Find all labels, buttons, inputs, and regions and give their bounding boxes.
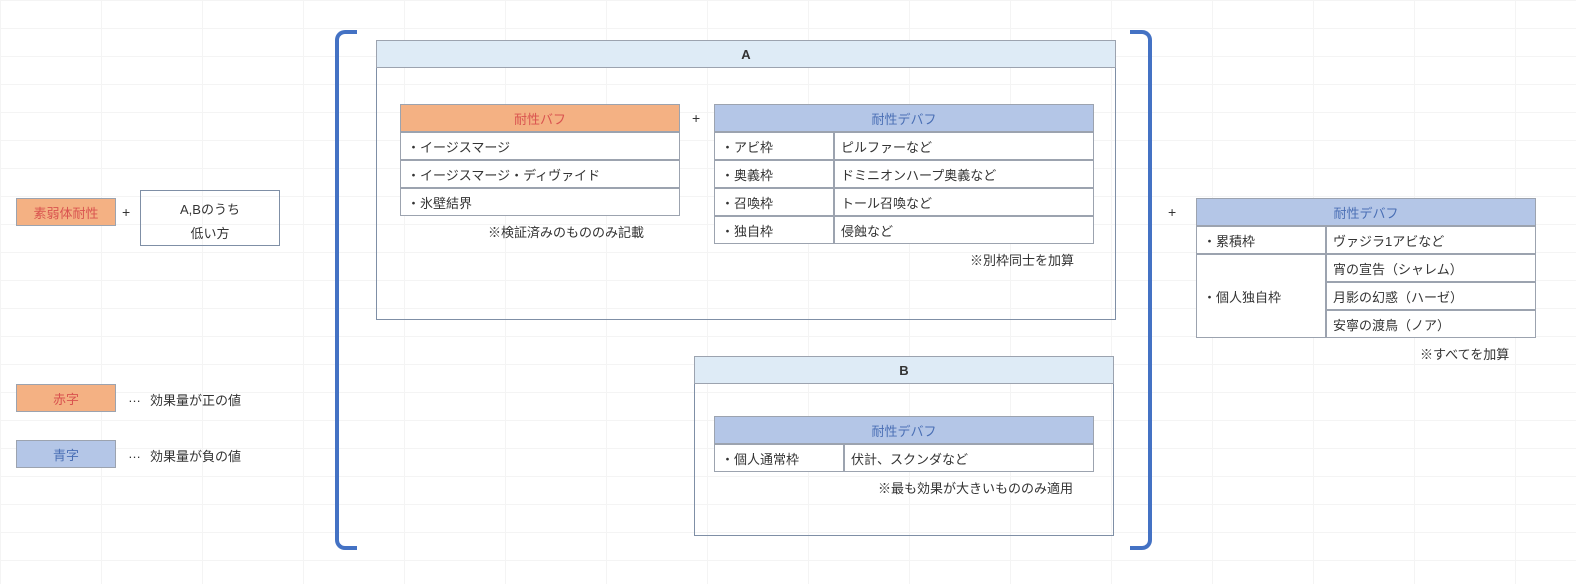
- b-debuff-note: ※最も効果が大きいもののみ適用: [878, 478, 1073, 497]
- min-ab-line2: 低い方: [140, 218, 280, 246]
- group-b-title: B: [694, 356, 1114, 384]
- base-resist-cell: 素弱体耐性: [16, 198, 116, 226]
- a-buff-row-2: ・氷壁結界: [400, 188, 680, 216]
- group-a-title: A: [376, 40, 1116, 68]
- a-buff-header: 耐性バフ: [400, 104, 680, 132]
- plus-1: +: [122, 204, 130, 220]
- a-debuff-header: 耐性デバフ: [714, 104, 1094, 132]
- right-r-0: ヴァジラ1アビなど: [1326, 226, 1536, 254]
- a-debuff-r-2: トール召喚など: [834, 188, 1094, 216]
- legend-blue-dots: …: [128, 446, 141, 461]
- a-debuff-l-3: ・独自枠: [714, 216, 834, 244]
- a-buff-row-0: ・イージスマージ: [400, 132, 680, 160]
- a-debuff-l-2: ・召喚枠: [714, 188, 834, 216]
- legend-blue-label: 青字: [16, 440, 116, 468]
- bracket-right: [1130, 30, 1152, 550]
- a-debuff-r-0: ピルファーなど: [834, 132, 1094, 160]
- bracket-left: [335, 30, 357, 550]
- a-buff-row-1: ・イージスマージ・ディヴァイド: [400, 160, 680, 188]
- b-debuff-l: ・個人通常枠: [714, 444, 844, 472]
- a-debuff-r-3: 侵蝕など: [834, 216, 1094, 244]
- right-r-2: 月影の幻惑（ハーゼ）: [1326, 282, 1536, 310]
- right-l-merged: ・個人独自枠: [1196, 254, 1326, 338]
- b-debuff-header: 耐性デバフ: [714, 416, 1094, 444]
- legend-red-dots: …: [128, 390, 141, 405]
- right-note: ※すべてを加算: [1420, 344, 1509, 363]
- right-header: 耐性デバフ: [1196, 198, 1536, 226]
- legend-red-desc: 効果量が正の値: [150, 390, 241, 409]
- right-l-0: ・累積枠: [1196, 226, 1326, 254]
- b-debuff-r: 伏計、スクンダなど: [844, 444, 1094, 472]
- plus-a-inner: +: [692, 110, 700, 126]
- plus-after-brackets: +: [1168, 204, 1176, 220]
- legend-red-label: 赤字: [16, 384, 116, 412]
- a-debuff-l-1: ・奥義枠: [714, 160, 834, 188]
- a-buff-note: ※検証済みのもののみ記載: [488, 222, 644, 241]
- right-r-1: 宵の宣告（シャレム）: [1326, 254, 1536, 282]
- a-debuff-note: ※別枠同士を加算: [970, 250, 1074, 269]
- right-r-3: 安寧の渡鳥（ノア）: [1326, 310, 1536, 338]
- a-debuff-r-1: ドミニオンハープ奥義など: [834, 160, 1094, 188]
- legend-blue-desc: 効果量が負の値: [150, 446, 241, 465]
- a-debuff-l-0: ・アビ枠: [714, 132, 834, 160]
